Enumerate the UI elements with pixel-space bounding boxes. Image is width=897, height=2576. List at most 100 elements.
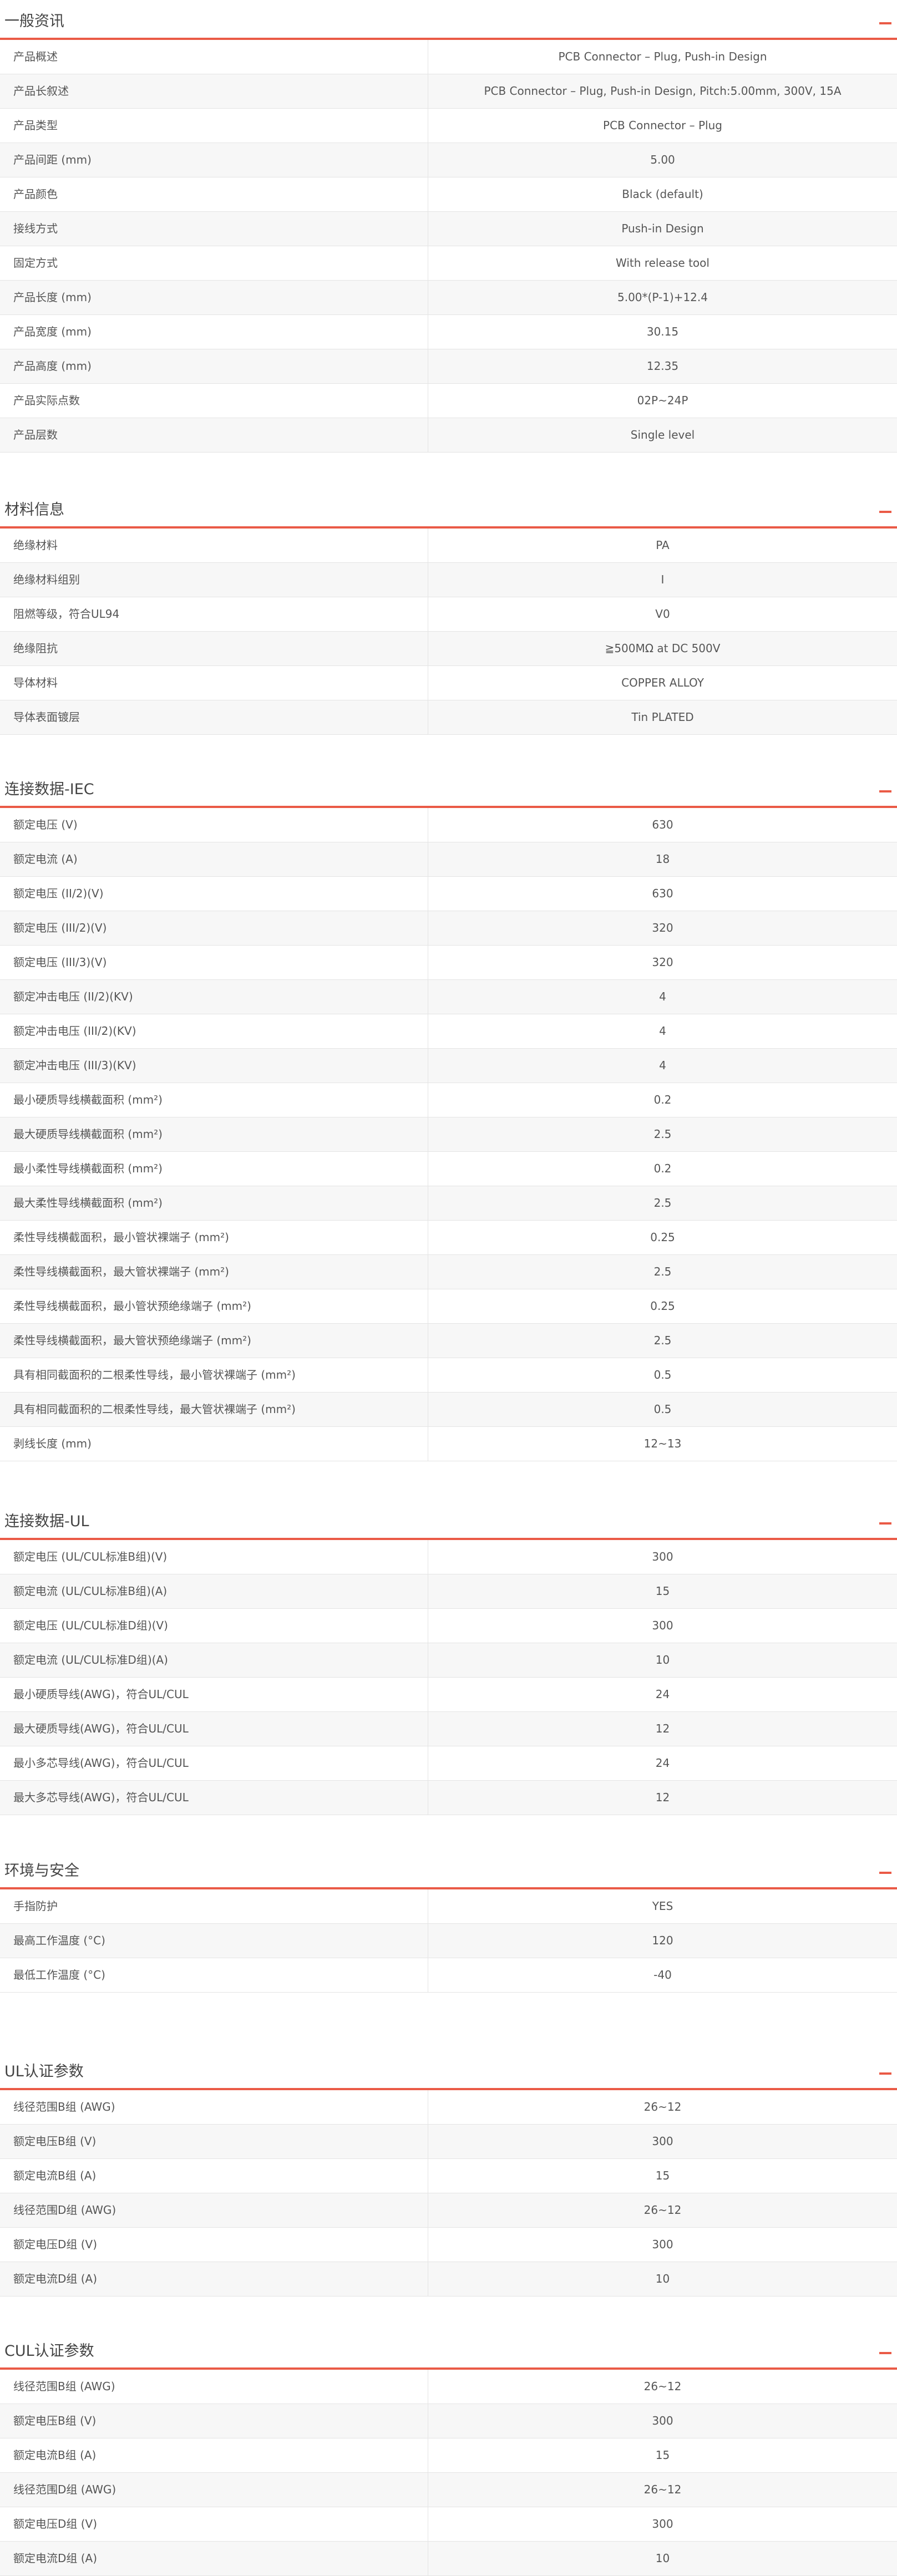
table-row: 额定电压D组 (V) 300 — [0, 2507, 897, 2542]
table-row: 产品宽度 (mm) 30.15 — [0, 315, 897, 349]
spec-value: YES — [652, 1899, 673, 1913]
spec-label: 固定方式 — [13, 256, 58, 270]
spec-label: 额定电流 (UL/CUL标准B组)(A) — [13, 1584, 168, 1598]
spec-value: PCB Connector – Plug, Push-in Design — [558, 50, 767, 63]
spec-value: 0.25 — [650, 1299, 675, 1313]
spec-label: 额定电压 (III/2)(V) — [13, 921, 107, 934]
table-row: 阻燃等级，符合UL94 V0 — [0, 597, 897, 632]
collapse-minus-icon[interactable] — [879, 511, 891, 513]
table-row: 最小柔性导线横截面积 (mm²) 0.2 — [0, 1152, 897, 1186]
spec-value: 12.35 — [646, 359, 679, 373]
spec-label: 额定电压D组 (V) — [13, 2517, 98, 2531]
spec-label: 接线方式 — [13, 222, 58, 235]
spec-label: 具有相同截面积的二根柔性导线，最大管状裸端子 (mm²) — [13, 1403, 296, 1416]
spec-value: COPPER ALLOY — [621, 676, 704, 689]
spec-value: Push-in Design — [621, 222, 704, 235]
table-row: 产品间距 (mm) 5.00 — [0, 143, 897, 177]
spec-value: 0.5 — [653, 1368, 672, 1381]
section-title: UL认证参数 — [4, 2063, 84, 2080]
spec-label: 额定电流D组 (A) — [13, 2552, 98, 2565]
table-row: 最大硬质导线横截面积 (mm²) 2.5 — [0, 1117, 897, 1152]
table-row: 绝缘材料组别 I — [0, 563, 897, 597]
spec-value: 5.00*(P-1)+12.4 — [617, 291, 708, 304]
spec-label: 额定冲击电压 (III/2)(KV) — [13, 1024, 136, 1038]
table-row: 额定冲击电压 (III/3)(KV) 4 — [0, 1049, 897, 1083]
collapse-minus-icon[interactable] — [879, 22, 891, 24]
spec-value: Single level — [630, 428, 695, 441]
spec-label: 最小多芯导线(AWG)，符合UL/CUL — [13, 1756, 189, 1770]
spec-label: 额定冲击电压 (III/3)(KV) — [13, 1059, 136, 1072]
spec-label: 手指防护 — [13, 1899, 58, 1913]
table-row: 具有相同截面积的二根柔性导线，最小管状裸端子 (mm²) 0.5 — [0, 1358, 897, 1393]
spec-label: 额定电压 (UL/CUL标准D组)(V) — [13, 1619, 168, 1632]
collapse-minus-icon[interactable] — [879, 2352, 891, 2354]
table-row: 手指防护 YES — [0, 1889, 897, 1924]
collapse-minus-icon[interactable] — [879, 1872, 891, 1874]
spec-value: Black (default) — [622, 187, 703, 201]
spec-value: 630 — [652, 818, 673, 831]
table-row: 具有相同截面积的二根柔性导线，最大管状裸端子 (mm²) 0.5 — [0, 1393, 897, 1427]
table-row: 产品实际点数 02P~24P — [0, 384, 897, 418]
spec-value: 120 — [652, 1934, 673, 1947]
table-row: 最大硬质导线(AWG)，符合UL/CUL 12 — [0, 1712, 897, 1746]
spec-label: 绝缘材料 — [13, 538, 58, 552]
spec-label: 绝缘材料组别 — [13, 573, 80, 586]
spec-label: 线径范围B组 (AWG) — [13, 2380, 115, 2393]
table-row: 产品概述 PCB Connector – Plug, Push-in Design — [0, 40, 897, 74]
spec-label: 额定电流D组 (A) — [13, 2272, 98, 2285]
spec-label: 线径范围B组 (AWG) — [13, 2100, 115, 2113]
table-row: 额定电压 (II/2)(V) 630 — [0, 877, 897, 911]
spec-value: 4 — [659, 990, 666, 1003]
section-title: 材料信息 — [4, 501, 64, 519]
spec-value: 0.25 — [650, 1231, 675, 1244]
table-row: 产品长度 (mm) 5.00*(P-1)+12.4 — [0, 281, 897, 315]
spec-value: 300 — [652, 2517, 673, 2531]
table-row: 线径范围B组 (AWG) 26~12 — [0, 2370, 897, 2404]
spec-value: 15 — [655, 1584, 670, 1598]
section-header: 连接数据-IEC — [0, 768, 897, 808]
spec-label: 产品间距 (mm) — [13, 153, 92, 166]
spec-value: 30.15 — [646, 325, 679, 338]
table-row: 最大多芯导线(AWG)，符合UL/CUL 12 — [0, 1781, 897, 1815]
spec-value: 300 — [652, 1619, 673, 1632]
section-header: CUL认证参数 — [0, 2330, 897, 2370]
table-row: 额定电压B组 (V) 300 — [0, 2404, 897, 2438]
spec-label: 剥线长度 (mm) — [13, 1437, 92, 1450]
collapse-minus-icon[interactable] — [879, 1522, 891, 1525]
section-title: 连接数据-UL — [4, 1513, 89, 1530]
table-row: 额定电流D组 (A) 10 — [0, 2262, 897, 2296]
spec-label: 最大硬质导线横截面积 (mm²) — [13, 1127, 163, 1141]
spec-value: Tin PLATED — [631, 710, 694, 724]
spec-value: V0 — [655, 607, 670, 621]
table-row: 接线方式 Push-in Design — [0, 212, 897, 246]
spec-label: 产品类型 — [13, 119, 58, 132]
table-row: 线径范围B组 (AWG) 26~12 — [0, 2090, 897, 2125]
table-row: 额定电流 (UL/CUL标准B组)(A) 15 — [0, 1574, 897, 1609]
spec-label: 柔性导线横截面积，最大管状裸端子 (mm²) — [13, 1265, 229, 1278]
spec-value: 02P~24P — [637, 394, 688, 407]
spec-label: 产品层数 — [13, 428, 58, 441]
spec-value: 24 — [655, 1688, 670, 1701]
spec-label: 最大多芯导线(AWG)，符合UL/CUL — [13, 1791, 189, 1804]
table-row: 最低工作温度 (°C) -40 — [0, 1958, 897, 1993]
spec-label: 最低工作温度 (°C) — [13, 1968, 105, 1981]
spec-label: 额定电压B组 (V) — [13, 2414, 97, 2427]
spec-label: 线径范围D组 (AWG) — [13, 2483, 116, 2496]
table-row: 额定冲击电压 (II/2)(KV) 4 — [0, 980, 897, 1014]
spec-label: 额定电压 (V) — [13, 818, 78, 831]
spec-label: 最大硬质导线(AWG)，符合UL/CUL — [13, 1722, 189, 1735]
spec-label: 额定电流B组 (A) — [13, 2169, 97, 2182]
collapse-minus-icon[interactable] — [879, 2072, 891, 2075]
section-title: 一般资讯 — [4, 13, 64, 30]
table-row: 额定电压D组 (V) 300 — [0, 2228, 897, 2262]
spec-label: 柔性导线横截面积，最大管状预绝缘端子 (mm²) — [13, 1334, 251, 1347]
spec-value: ≧500MΩ at DC 500V — [605, 642, 721, 655]
table-row: 产品层数 Single level — [0, 418, 897, 453]
spec-label: 产品概述 — [13, 50, 58, 63]
collapse-minus-icon[interactable] — [879, 790, 891, 792]
table-row: 导体表面镀层 Tin PLATED — [0, 700, 897, 735]
table-row: 最大柔性导线横截面积 (mm²) 2.5 — [0, 1186, 897, 1221]
spec-value: 2.5 — [653, 1127, 672, 1141]
spec-value: 300 — [652, 2414, 673, 2427]
table-row: 额定冲击电压 (III/2)(KV) 4 — [0, 1014, 897, 1049]
